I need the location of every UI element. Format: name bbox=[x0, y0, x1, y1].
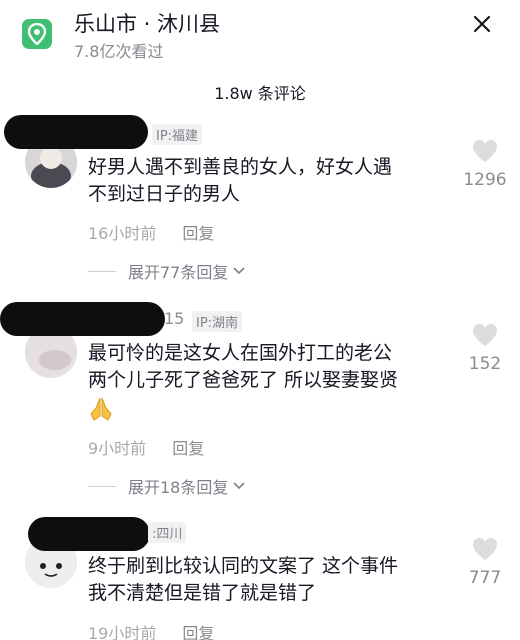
username[interactable]: 15 bbox=[164, 309, 184, 328]
view-count: 7.8亿次看过 bbox=[74, 42, 164, 61]
heart-icon[interactable] bbox=[471, 536, 499, 562]
comment-meta: 19小时前 回复 bbox=[88, 620, 214, 640]
comment-time: 9小时前 bbox=[88, 439, 147, 458]
chevron-down-icon bbox=[233, 267, 245, 275]
username-redacted bbox=[0, 302, 165, 336]
location-pin-icon[interactable] bbox=[22, 19, 52, 49]
comment-meta: 9小时前 回复 bbox=[88, 435, 204, 459]
reply-button[interactable]: 回复 bbox=[182, 224, 214, 243]
ip-location-tag: IP:湖南 bbox=[192, 311, 243, 332]
expand-replies-label: 展开18条回复 bbox=[128, 478, 229, 497]
location-title[interactable]: 乐山市 · 沐川县 bbox=[74, 8, 220, 38]
ip-location-tag: :四川 bbox=[148, 522, 187, 543]
comment-text-line: 不到过日子的男人 bbox=[88, 183, 241, 205]
comment-text: 最可怜的是这女人在国外打工的老公 两个儿子死了爸爸死了 所以娶妻娶贤 bbox=[88, 340, 458, 394]
divider-line bbox=[88, 485, 116, 487]
pray-emoji bbox=[88, 396, 114, 422]
expand-replies-button[interactable]: 展开18条回复 bbox=[88, 474, 246, 498]
comment-time: 19小时前 bbox=[88, 624, 157, 640]
close-icon[interactable] bbox=[468, 10, 496, 38]
comment-text-line: 我不清楚但是错了就是错了 bbox=[88, 582, 317, 604]
divider-line bbox=[88, 270, 116, 272]
comment-text: 好男人遇不到善良的女人，好女人遇 不到过日子的男人 bbox=[88, 154, 458, 208]
expand-replies-button[interactable]: 展开77条回复 bbox=[88, 259, 246, 283]
like-count: 777 bbox=[468, 568, 502, 588]
chevron-down-icon bbox=[233, 482, 245, 490]
location-header: 乐山市 · 沐川县 7.8亿次看过 bbox=[0, 0, 520, 70]
comment-text-line: 两个儿子死了爸爸死了 所以娶妻娶贤 bbox=[88, 369, 399, 391]
ip-location-tag: IP:福建 bbox=[152, 124, 203, 145]
like-button[interactable]: 152 bbox=[455, 322, 515, 374]
expand-replies-label: 展开77条回复 bbox=[128, 263, 229, 282]
like-count: 1296 bbox=[463, 170, 507, 190]
comment-text-line: 终于刷到比较认同的文案了 这个事件 bbox=[88, 555, 399, 577]
comment-time: 16小时前 bbox=[88, 224, 157, 243]
comment-text-line: 好男人遇不到善良的女人，好女人遇 bbox=[88, 156, 393, 178]
comment-meta: 16小时前 回复 bbox=[88, 220, 214, 244]
like-count: 152 bbox=[468, 354, 502, 374]
comment-text-line: 最可怜的是这女人在国外打工的老公 bbox=[88, 342, 393, 364]
reply-button[interactable]: 回复 bbox=[172, 439, 204, 458]
like-button[interactable]: 777 bbox=[455, 536, 515, 588]
comment-count: 1.8w 条评论 bbox=[214, 84, 306, 103]
username-redacted bbox=[28, 517, 150, 551]
reply-button[interactable]: 回复 bbox=[182, 624, 214, 640]
comment-text: 终于刷到比较认同的文案了 这个事件 我不清楚但是错了就是错了 bbox=[88, 553, 458, 607]
username-redacted bbox=[4, 115, 148, 149]
heart-icon[interactable] bbox=[471, 322, 499, 348]
like-button[interactable]: 1296 bbox=[455, 138, 515, 190]
heart-icon[interactable] bbox=[471, 138, 499, 164]
